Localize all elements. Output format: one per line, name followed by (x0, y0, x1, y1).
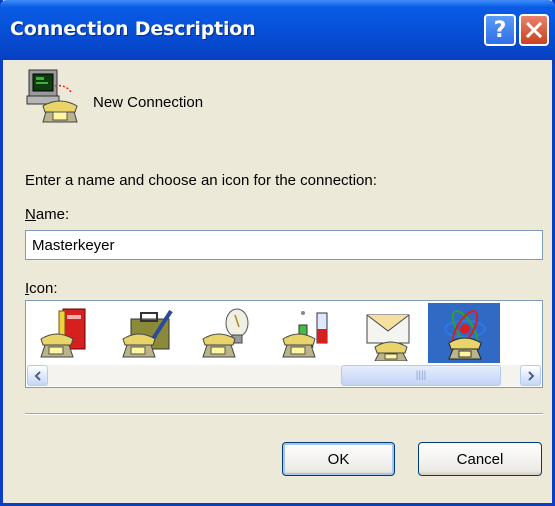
icon-option-atom[interactable] (428, 303, 500, 363)
chevron-right-icon (527, 370, 534, 381)
lightbulb-phone-icon (202, 308, 249, 358)
icon-label: Icon: (25, 280, 58, 297)
name-label-accelerator: N (25, 206, 36, 223)
name-input[interactable] (25, 230, 543, 260)
icon-option-envelope[interactable] (350, 303, 422, 363)
icon-option-book[interactable] (30, 303, 102, 363)
scroll-left-button[interactable] (27, 365, 48, 386)
chemistry-phone-icon (282, 311, 328, 358)
book-phone-icon (40, 308, 86, 358)
icon-option-briefcase[interactable] (112, 303, 184, 363)
scroll-right-button[interactable] (520, 365, 541, 386)
computer-phone-icon (26, 69, 78, 123)
icon-option-chemistry[interactable] (272, 303, 344, 363)
name-label: Name: (25, 206, 69, 223)
divider (25, 413, 543, 415)
atom-phone-icon (444, 310, 486, 360)
horizontal-scrollbar[interactable]: |||| (27, 365, 541, 386)
title-bar[interactable]: Connection Description ? (0, 0, 555, 60)
close-button[interactable] (519, 14, 549, 46)
icon-strip (28, 301, 540, 365)
envelope-phone-icon (366, 314, 410, 361)
scroll-thumb[interactable]: |||| (341, 365, 501, 386)
icon-list[interactable]: |||| (25, 300, 543, 388)
dialog-window: Connection Description ? New Connection … (0, 0, 555, 506)
ok-button[interactable]: OK (282, 442, 395, 476)
briefcase-phone-icon (122, 309, 173, 358)
icon-option-lightbulb[interactable] (192, 303, 264, 363)
close-icon (525, 21, 543, 39)
chevron-left-icon (34, 370, 41, 381)
cancel-button[interactable]: Cancel (418, 442, 542, 476)
icon-label-text: con: (29, 280, 58, 297)
window-title: Connection Description (10, 18, 256, 40)
connection-name-label: New Connection (93, 94, 204, 111)
help-button[interactable]: ? (484, 14, 516, 46)
name-label-text: ame: (35, 206, 70, 223)
instruction-text: Enter a name and choose an icon for the … (25, 172, 377, 189)
